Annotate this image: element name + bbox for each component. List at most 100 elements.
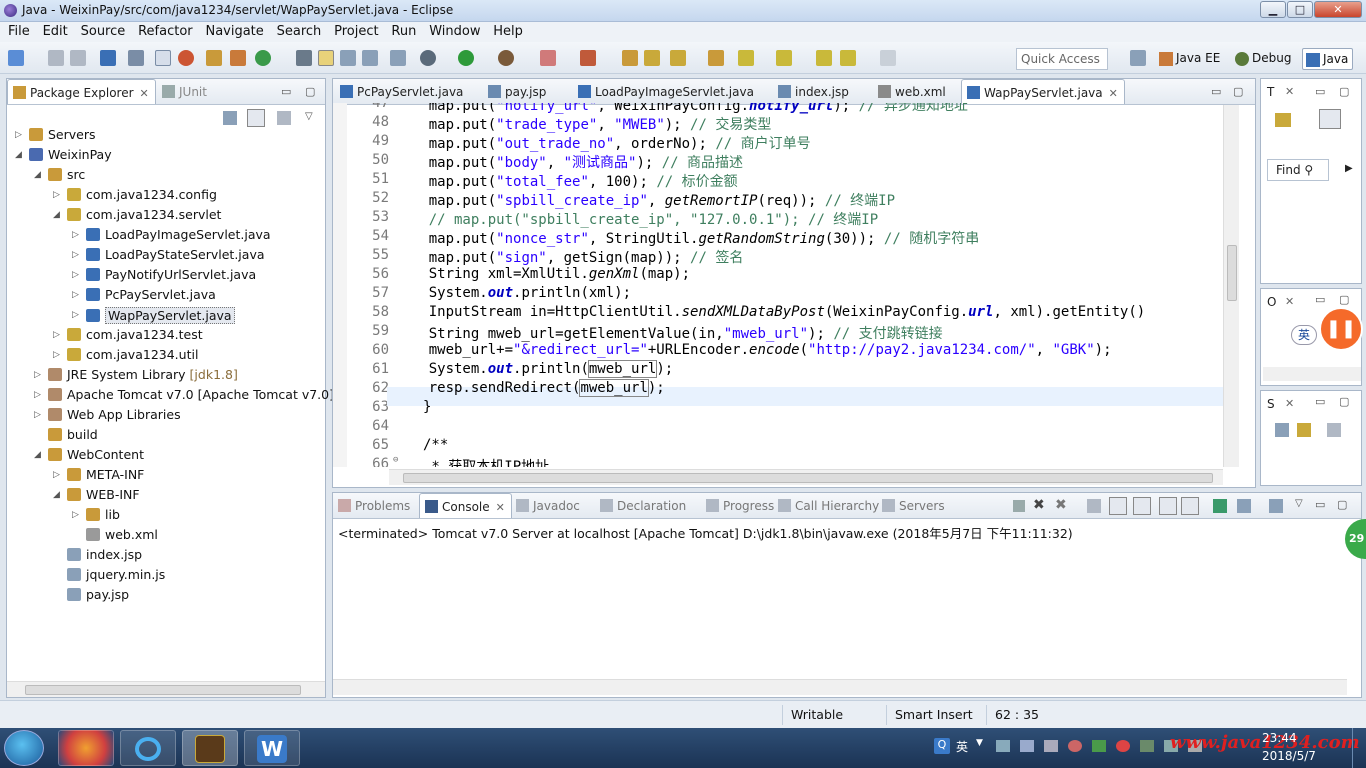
console-horizontal-scrollbar[interactable] bbox=[333, 679, 1347, 695]
server-icon[interactable] bbox=[178, 50, 194, 66]
expand-arrow-icon[interactable]: ▷ bbox=[72, 270, 79, 280]
tree-item[interactable]: ▷ com.java1234.util bbox=[53, 347, 198, 367]
task-list-icon[interactable] bbox=[1275, 113, 1291, 127]
outline-scrollbar[interactable] bbox=[1263, 367, 1361, 381]
tab-pcpayservlet[interactable]: PcPayServlet.java bbox=[335, 79, 469, 104]
tray-icon-f[interactable] bbox=[1140, 740, 1154, 752]
minimize-view-icon[interactable]: ▭ bbox=[1315, 293, 1325, 306]
tab-index-jsp[interactable]: index.jsp bbox=[773, 79, 855, 104]
open-resource-icon[interactable] bbox=[644, 50, 660, 66]
expand-arrow-icon[interactable]: ◢ bbox=[53, 490, 60, 500]
search-tool-icon[interactable] bbox=[670, 50, 686, 66]
expand-arrow-icon[interactable]: ▷ bbox=[72, 290, 79, 300]
tab-call-hierarchy[interactable]: Call Hierarchy bbox=[773, 493, 885, 518]
menu-project[interactable]: Project bbox=[326, 22, 378, 39]
expand-arrow-icon[interactable]: ◢ bbox=[15, 150, 22, 160]
find-input[interactable]: Find ⚲ bbox=[1267, 159, 1329, 181]
code-line[interactable]: resp.sendRedirect(mweb_url); bbox=[395, 379, 665, 397]
code-line[interactable]: // map.put("spbill_create_ip", "127.0.0.… bbox=[395, 209, 878, 229]
task-icon[interactable] bbox=[708, 50, 724, 66]
close-icon[interactable]: ✕ bbox=[496, 501, 505, 514]
pen-icon[interactable] bbox=[318, 50, 334, 66]
tab-javadoc[interactable]: Javadoc bbox=[511, 493, 586, 518]
code-editor[interactable]: 47 48 49 50 51 52 53 54 55 56 57 58 59 60 61 62 63 64 65 66… bbox=[333, 103, 1223, 467]
editor-vertical-thumb[interactable] bbox=[1227, 245, 1237, 301]
close-icon[interactable]: ✕ bbox=[1285, 85, 1294, 98]
taskbar-app-browser[interactable] bbox=[120, 730, 176, 766]
maximize-view-icon[interactable]: ▢ bbox=[1339, 293, 1349, 306]
back-icon[interactable] bbox=[840, 50, 856, 66]
maximize-view-icon[interactable]: ▢ bbox=[1337, 498, 1347, 511]
maximize-view-icon[interactable]: ▢ bbox=[1339, 85, 1349, 98]
tree-item[interactable]: index.jsp bbox=[67, 547, 142, 567]
tree-item[interactable]: ▷ PayNotifyUrlServlet.java bbox=[72, 267, 256, 287]
close-icon[interactable]: ✕ bbox=[140, 87, 149, 100]
recording-pause-icon[interactable]: ❚❚ bbox=[1319, 307, 1363, 351]
perspective-debug[interactable]: Debug bbox=[1232, 48, 1295, 70]
code-line[interactable]: map.put("nonce_str", StringUtil.getRando… bbox=[395, 228, 980, 248]
minimize-view-icon[interactable]: ▭ bbox=[281, 85, 291, 98]
debug-icon[interactable] bbox=[420, 50, 436, 66]
expand-arrow-icon[interactable]: ▷ bbox=[34, 390, 41, 400]
expand-arrow-icon[interactable]: ◢ bbox=[53, 210, 60, 220]
tree-item[interactable]: ▷ LoadPayStateServlet.java bbox=[72, 247, 265, 267]
editor-horizontal-thumb[interactable] bbox=[403, 473, 1213, 483]
taskbar-app-eclipse[interactable] bbox=[182, 730, 238, 766]
code-line[interactable]: String mweb_url=getElementValue(in,"mweb… bbox=[395, 323, 943, 343]
view-menu-icon[interactable]: ▽ bbox=[1295, 498, 1303, 509]
tab-wappayservlet[interactable]: WapPayServlet.java ✕ bbox=[961, 79, 1125, 104]
clear-console-icon[interactable] bbox=[1087, 499, 1101, 513]
stop-icon[interactable] bbox=[540, 50, 556, 66]
tree-item[interactable]: ◢ src bbox=[34, 167, 85, 187]
expand-arrow-icon[interactable]: ◢ bbox=[34, 450, 41, 460]
tree-item[interactable]: ◢ com.java1234.servlet bbox=[53, 207, 221, 227]
minimize-view-icon[interactable]: ▭ bbox=[1315, 395, 1325, 408]
maximize-view-icon[interactable]: ▢ bbox=[305, 85, 315, 98]
tree-item[interactable]: ▷ META-INF bbox=[53, 467, 144, 487]
focus-icon[interactable] bbox=[277, 111, 291, 125]
expand-arrow-icon[interactable]: ▷ bbox=[34, 410, 41, 420]
settings-icon[interactable] bbox=[1327, 423, 1341, 437]
close-icon[interactable]: ✕ bbox=[1285, 397, 1294, 410]
pin-console-icon[interactable] bbox=[1213, 499, 1227, 513]
tray-icon-d[interactable] bbox=[1068, 740, 1082, 752]
code-line[interactable]: * 获取本机IP地址 bbox=[423, 456, 549, 467]
link-icon[interactable] bbox=[1297, 423, 1311, 437]
tray-icon-b[interactable] bbox=[1020, 740, 1034, 752]
editor-horizontal-scrollbar[interactable] bbox=[389, 469, 1223, 485]
open-perspective-icon[interactable] bbox=[1130, 50, 1146, 66]
menu-navigate[interactable]: Navigate bbox=[197, 22, 263, 39]
expand-arrow-icon[interactable]: ▷ bbox=[53, 470, 60, 480]
code-line[interactable]: System.out.println(mweb_url); bbox=[395, 360, 673, 378]
collapse-all-icon[interactable] bbox=[223, 111, 237, 125]
expand-arrow-icon[interactable]: ▷ bbox=[72, 250, 79, 260]
tray-ime[interactable]: 英 bbox=[956, 738, 968, 755]
minimize-editor-icon[interactable]: ▭ bbox=[1211, 85, 1221, 98]
remove-all-icon[interactable]: ✖ bbox=[1055, 497, 1067, 513]
mark-icon[interactable] bbox=[340, 50, 356, 66]
tab-junit[interactable]: JUnit bbox=[157, 79, 213, 104]
perspective-java-ee[interactable]: Java EE bbox=[1156, 48, 1224, 70]
maximize-view-icon[interactable]: ▢ bbox=[1339, 395, 1349, 408]
tab-package-explorer[interactable]: Package Explorer ✕ bbox=[7, 79, 156, 104]
run-icon[interactable] bbox=[458, 50, 474, 66]
menu-file[interactable]: File bbox=[0, 22, 30, 39]
tree-item[interactable]: jquery.min.js bbox=[67, 567, 165, 587]
tree-item[interactable]: ▷ com.java1234.test bbox=[53, 327, 203, 347]
print-icon[interactable] bbox=[100, 50, 116, 66]
taskbar-app-360[interactable] bbox=[58, 730, 114, 766]
tree-item[interactable]: ▷ LoadPayImageServlet.java bbox=[72, 227, 271, 247]
package-icon[interactable] bbox=[230, 50, 246, 66]
ime-indicator[interactable]: 英 bbox=[1291, 325, 1317, 345]
tree-item[interactable]: ▷ Apache Tomcat v7.0 [Apache Tomcat v7.0] bbox=[34, 387, 334, 407]
tree-item[interactable]: web.xml bbox=[86, 527, 158, 547]
expand-arrow-icon[interactable]: ◢ bbox=[34, 170, 41, 180]
toggle-icon[interactable] bbox=[155, 50, 171, 66]
tree-item[interactable]: ▷ com.java1234.config bbox=[53, 187, 217, 207]
code-line[interactable]: map.put("body", "测试商品"); // 商品描述 bbox=[395, 152, 743, 172]
tree-item[interactable]: ▷ Servers bbox=[15, 127, 96, 147]
show-on-error-icon[interactable] bbox=[1181, 497, 1199, 515]
menu-edit[interactable]: Edit bbox=[35, 22, 68, 39]
code-line[interactable]: String xml=XmlUtil.genXml(map); bbox=[395, 266, 690, 282]
code-line[interactable]: System.out.println(xml); bbox=[395, 285, 631, 301]
